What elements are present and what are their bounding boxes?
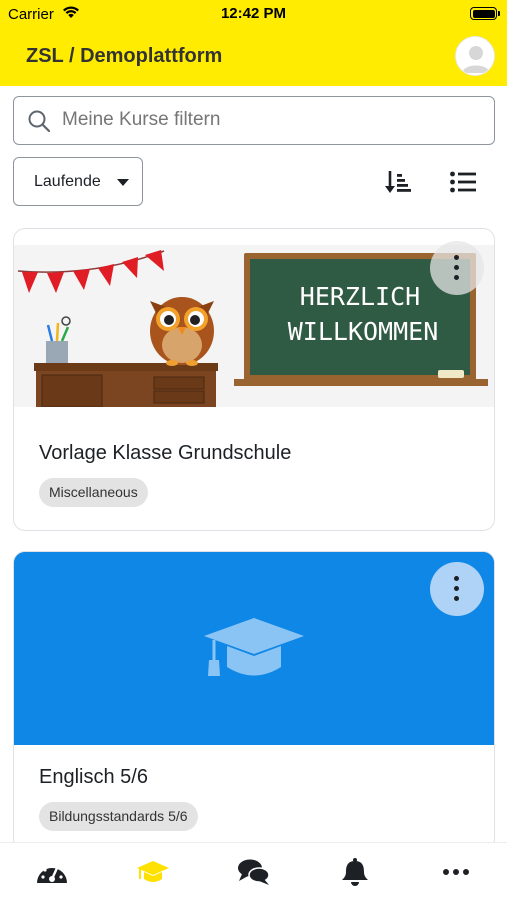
chalkboard-line-1: HERZLICH: [300, 282, 420, 311]
more-vertical-icon: [454, 576, 460, 602]
course-card[interactable]: HERZLICH WILLKOMMEN Vorlage Klasse Grund…: [13, 228, 495, 531]
user-placeholder-icon: [456, 37, 494, 75]
course-options-button[interactable]: [430, 241, 484, 295]
course-image: HERZLICH WILLKOMMEN: [14, 245, 494, 407]
course-image: [14, 552, 494, 745]
app-header: ZSL / Demoplattform: [0, 30, 507, 86]
course-title[interactable]: Vorlage Klasse Grundschule: [39, 442, 291, 465]
dashboard-icon[interactable]: [35, 857, 69, 887]
site-title: ZSL / Demoplattform: [26, 45, 223, 67]
course-status-value: Laufende: [34, 173, 101, 190]
graduation-cap-icon: [14, 552, 494, 745]
battery-icon: [470, 7, 500, 20]
search-input[interactable]: [62, 97, 482, 143]
course-filter-search[interactable]: [13, 96, 495, 145]
sort-icon[interactable]: [382, 166, 414, 198]
status-bar: Carrier 12:42 PM: [0, 0, 507, 30]
search-icon: [28, 110, 50, 132]
list-view-icon[interactable]: [447, 166, 479, 198]
more-vertical-icon: [454, 255, 460, 281]
course-category-badge: Miscellaneous: [39, 478, 148, 507]
user-avatar[interactable]: [455, 36, 495, 76]
more-icon[interactable]: [439, 857, 473, 887]
welcome-classroom-illustration: HERZLICH WILLKOMMEN: [14, 245, 494, 407]
course-card[interactable]: Englisch 5/6 Bildungsstandards 5/6: [13, 551, 495, 851]
graduation-cap-icon[interactable]: [136, 857, 170, 887]
status-time: 12:42 PM: [220, 5, 287, 22]
comments-icon[interactable]: [237, 857, 271, 887]
course-category-badge: Bildungsstandards 5/6: [39, 802, 198, 831]
bell-icon[interactable]: [338, 857, 372, 887]
course-title[interactable]: Englisch 5/6: [39, 766, 148, 789]
chalkboard-line-2: WILLKOMMEN: [288, 317, 439, 346]
course-status-select[interactable]: Laufende: [13, 157, 143, 206]
caret-down-icon: [117, 179, 129, 186]
course-options-button[interactable]: [430, 562, 484, 616]
bottom-tab-bar: [0, 842, 507, 900]
